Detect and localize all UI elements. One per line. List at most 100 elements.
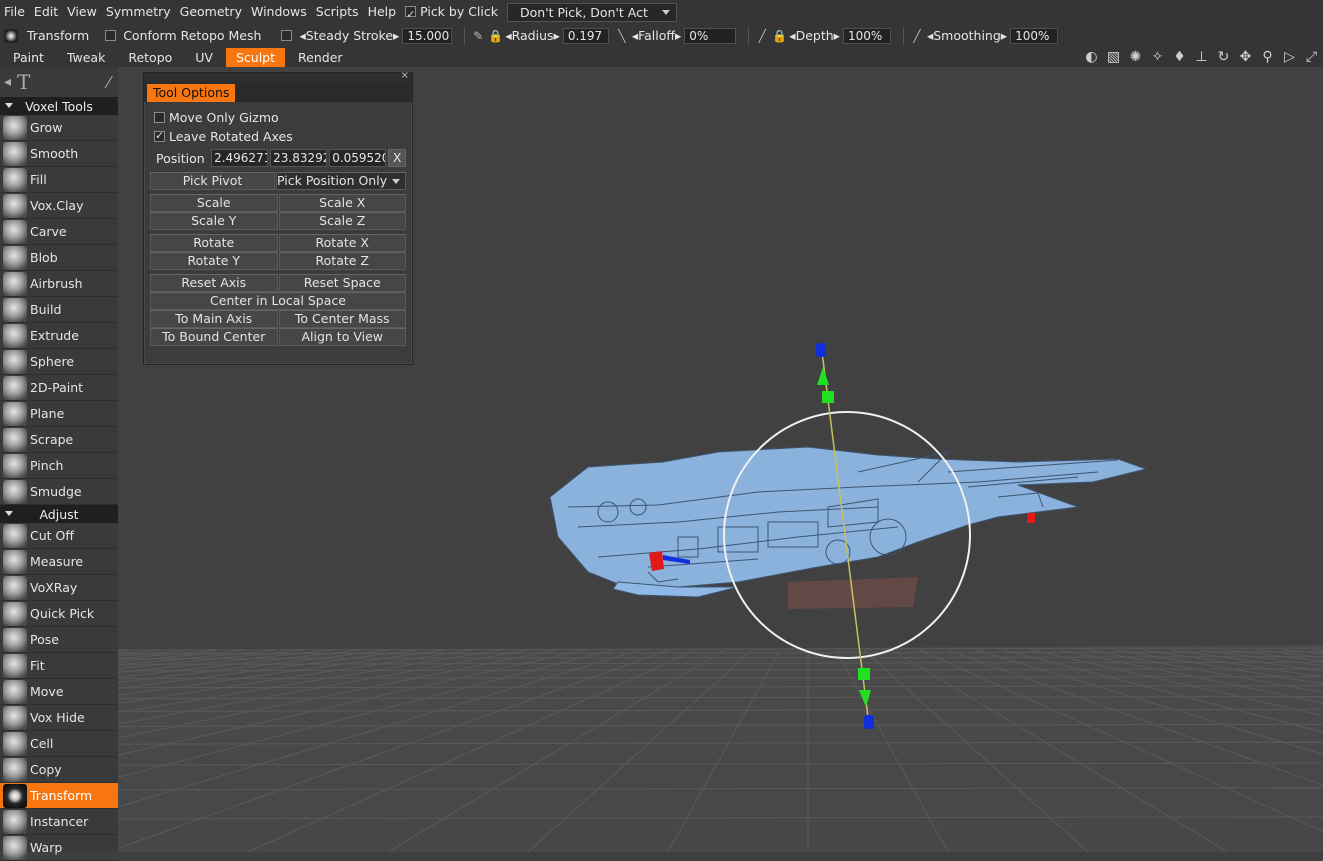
tool-transform[interactable]: Transform [0,783,118,809]
menu-edit[interactable]: Edit [30,1,63,23]
depth-pen-icon[interactable]: ╱ [755,29,769,43]
gizmo-handle-bottom[interactable] [858,668,870,680]
scale-x-button[interactable]: Scale X [278,194,406,212]
voxel-tools-header[interactable]: Voxel Tools [0,97,118,115]
tool-blob[interactable]: Blob [0,245,118,271]
tool-smudge[interactable]: Smudge [0,479,118,505]
drop-icon[interactable]: ♦ [1170,49,1189,65]
contrast-icon[interactable]: ◐ [1082,49,1101,65]
pivot-icon[interactable]: ⊥ [1192,49,1211,65]
collapse-left-icon[interactable]: ◂ [4,74,11,90]
menu-view[interactable]: View [63,1,102,23]
text-tool-icon[interactable]: T [17,70,30,94]
leave-rotated-axes-checkbox[interactable] [154,129,165,142]
move-icon[interactable]: ✥ [1236,49,1255,65]
lock-icon[interactable]: 🔒 [772,29,787,43]
scale-button[interactable]: Scale [150,194,278,212]
tool-vox-clay[interactable]: Vox.Clay [0,193,118,219]
tool-copy[interactable]: Copy [0,757,118,783]
tool-scrape[interactable]: Scrape [0,427,118,453]
expand-icon[interactable]: ⤢ [1302,49,1321,65]
to-bound-center-button[interactable]: To Bound Center [150,328,278,346]
play-icon[interactable]: ▷ [1280,49,1299,65]
tool-cell[interactable]: Cell [0,731,118,757]
move-only-gizmo-checkbox[interactable] [154,112,165,123]
steady-stroke-checkbox[interactable] [281,30,293,41]
panel-titlebar[interactable]: × [144,70,412,82]
menu-file[interactable]: File [0,1,30,23]
gizmo-red-handle-right[interactable] [1027,513,1035,523]
tool-fill[interactable]: Fill [0,167,118,193]
room-tab-render[interactable]: Render [288,48,353,67]
tool-fit[interactable]: Fit [0,653,118,679]
rotate-x-button[interactable]: Rotate X [278,234,406,252]
pick-by-click-checkbox[interactable] [405,4,417,26]
tool-2d-paint[interactable]: 2D-Paint [0,375,118,401]
zoom-icon[interactable]: ⚲ [1258,49,1277,65]
pick-by-click-toggle[interactable]: Pick by Click [401,1,503,26]
menu-geometry[interactable]: Geometry [176,1,247,23]
to-center-mass-button[interactable]: To Center Mass [278,310,406,328]
brush-icon[interactable]: ⁄ [107,73,110,92]
radius-input[interactable]: 0.197 [562,27,609,44]
pick-mode-dropdown[interactable]: Don't Pick, Don't Act [507,2,677,22]
tool-build[interactable]: Build [0,297,118,323]
adjust-header[interactable]: Adjust [0,505,118,523]
tool-voxray[interactable]: VoXRay [0,575,118,601]
gizmo-blue-cap-bottom[interactable] [864,715,874,729]
tool-sphere[interactable]: Sphere [0,349,118,375]
rotate-icon[interactable]: ↻ [1214,49,1233,65]
lock-icon[interactable]: 🔒 [488,29,503,43]
tool-pinch[interactable]: Pinch [0,453,118,479]
scale-z-button[interactable]: Scale Z [278,212,406,230]
menu-windows[interactable]: Windows [247,1,312,23]
scale-y-button[interactable]: Scale Y [150,212,278,230]
steady-stroke-input[interactable]: 15.000 [402,27,453,44]
align-to-view-button[interactable]: Align to View [278,328,406,346]
position-y-input[interactable]: 23.83292 [270,149,328,167]
light-bulb-icon[interactable]: ✺ [1126,49,1145,65]
reset-axis-button[interactable]: Reset Axis [150,274,278,292]
pen-icon[interactable]: ✎ [471,29,485,43]
landscape-icon[interactable]: ▧ [1104,49,1123,65]
close-icon[interactable]: × [401,70,409,81]
position-reset-button[interactable]: X [388,149,406,167]
room-tab-retopo[interactable]: Retopo [118,48,182,67]
tab-tool-options[interactable]: Tool Options [147,84,236,102]
smoothing-pen-icon[interactable]: ╱ [910,29,924,43]
position-z-input[interactable]: 0.059520 [329,149,387,167]
tool-pose[interactable]: Pose [0,627,118,653]
tool-extrude[interactable]: Extrude [0,323,118,349]
menu-symmetry[interactable]: Symmetry [102,1,176,23]
menu-help[interactable]: Help [364,1,402,23]
tool-quick-pick[interactable]: Quick Pick [0,601,118,627]
pick-pivot-button[interactable]: Pick Pivot [150,172,275,190]
room-tab-uv[interactable]: UV [185,48,223,67]
tool-move[interactable]: Move [0,679,118,705]
falloff-input[interactable]: 0% [684,27,737,44]
pick-position-dropdown[interactable]: Pick Position Only [276,172,406,190]
tool-measure[interactable]: Measure [0,549,118,575]
menu-scripts[interactable]: Scripts [312,1,364,23]
tool-instancer[interactable]: Instancer [0,809,118,835]
tool-airbrush[interactable]: Airbrush [0,271,118,297]
tool-plane[interactable]: Plane [0,401,118,427]
tool-carve[interactable]: Carve [0,219,118,245]
tool-grow[interactable]: Grow [0,115,118,141]
rotate-z-button[interactable]: Rotate Z [278,252,406,270]
center-local-space-button[interactable]: Center in Local Space [150,292,406,310]
tool-warp[interactable]: Warp [0,835,118,861]
room-tab-paint[interactable]: Paint [3,48,54,67]
room-tab-sculpt[interactable]: Sculpt [225,47,286,67]
rotate-button[interactable]: Rotate [150,234,278,252]
gizmo-handle-top[interactable] [822,391,834,403]
move-only-gizmo-toggle[interactable]: Move Only Gizmo [144,108,412,127]
falloff-curve-icon[interactable]: ╲ [615,29,629,43]
tool-smooth[interactable]: Smooth [0,141,118,167]
gizmo-blue-cap-top[interactable] [816,343,826,357]
room-tab-tweak[interactable]: Tweak [57,48,115,67]
tool-cut-off[interactable]: Cut Off [0,523,118,549]
rotate-y-button[interactable]: Rotate Y [150,252,278,270]
depth-input[interactable]: 100% [842,27,891,44]
leave-rotated-axes-toggle[interactable]: Leave Rotated Axes [144,127,412,146]
